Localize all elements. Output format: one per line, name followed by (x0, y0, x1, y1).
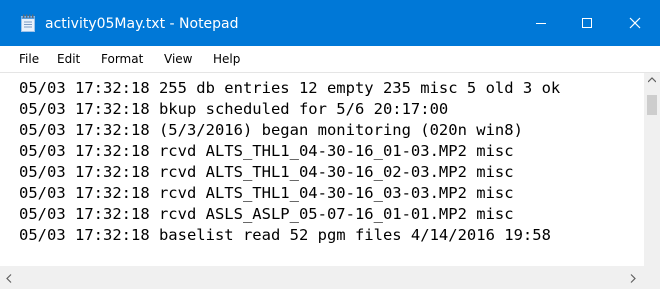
vertical-scroll-thumb[interactable] (647, 95, 657, 115)
notepad-icon (21, 14, 35, 32)
text-line: 05/03 17:32:18 bkup scheduled for 5/6 20… (19, 100, 449, 118)
maximize-icon (582, 18, 592, 28)
minimize-button[interactable] (518, 0, 564, 46)
notepad-window: activity05May.txt - Notepad File Edit Fo… (0, 0, 660, 289)
text-line: 05/03 17:32:18 rcvd ASLS_ASLP_05-07-16_0… (19, 205, 514, 223)
scrollbar-corner (644, 266, 660, 289)
menu-edit[interactable]: Edit (57, 51, 80, 67)
maximize-button[interactable] (564, 0, 610, 46)
scroll-up-arrow-icon[interactable] (648, 77, 656, 83)
horizontal-scrollbar[interactable] (0, 266, 644, 289)
text-line: 05/03 17:32:18 255 db entries 12 empty 2… (19, 79, 561, 97)
text-line: 05/03 17:32:18 rcvd ALTS_THL1_04-30-16_0… (19, 184, 514, 202)
close-button[interactable] (612, 0, 658, 46)
text-line: 05/03 17:32:18 baselist read 52 pgm file… (19, 226, 551, 244)
menu-format[interactable]: Format (101, 51, 143, 67)
close-icon (629, 17, 641, 29)
menu-file[interactable]: File (19, 51, 39, 67)
text-line: 05/03 17:32:18 rcvd ALTS_THL1_04-30-16_0… (19, 163, 514, 181)
vertical-scrollbar[interactable] (644, 73, 660, 266)
menu-bar: File Edit Format View Help (0, 46, 660, 73)
text-line: 05/03 17:32:18 rcvd ALTS_THL1_04-30-16_0… (19, 142, 514, 160)
scroll-right-arrow-icon[interactable] (630, 274, 636, 283)
text-editor[interactable]: 05/03 17:32:18 255 db entries 12 empty 2… (0, 73, 644, 266)
scroll-left-arrow-icon[interactable] (6, 274, 12, 283)
title-bar[interactable]: activity05May.txt - Notepad (0, 0, 660, 46)
menu-view[interactable]: View (164, 51, 192, 67)
window-title: activity05May.txt - Notepad (45, 16, 239, 32)
minimize-icon (536, 23, 546, 24)
menu-help[interactable]: Help (213, 51, 240, 67)
text-line: 05/03 17:32:18 (5/3/2016) began monitori… (19, 121, 523, 139)
